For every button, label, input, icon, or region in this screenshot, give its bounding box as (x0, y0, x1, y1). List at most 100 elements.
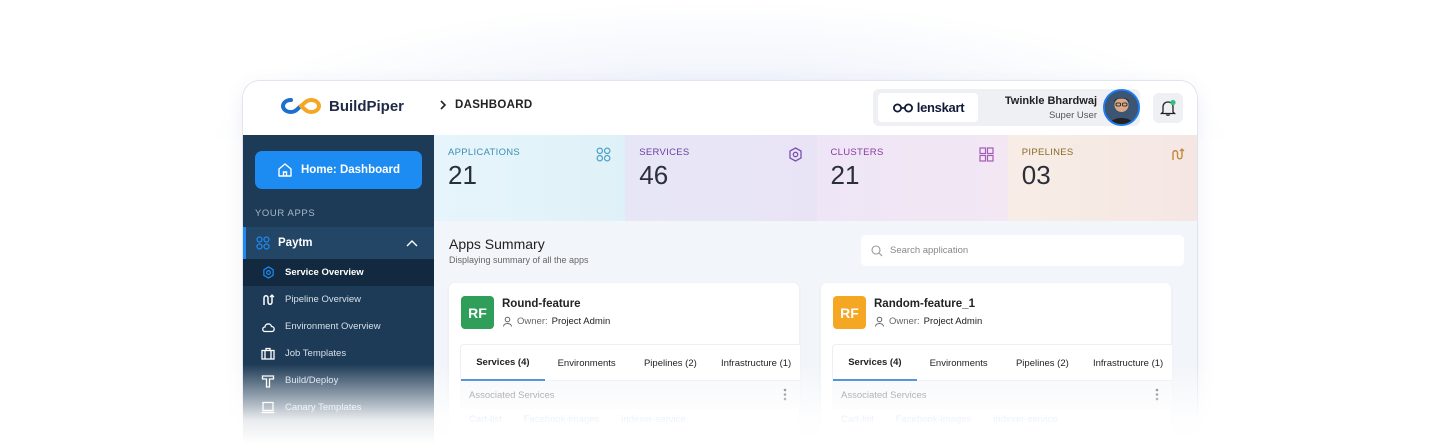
stat-value: 21 (448, 160, 477, 190)
stat-value: 21 (830, 160, 860, 190)
sidebar-item-label: Build/Deploy (285, 375, 339, 386)
app-initials-badge: RF (833, 296, 866, 329)
user-icon (503, 316, 512, 327)
sidebar-item-canary-templates[interactable]: Canary Templates (243, 394, 434, 421)
notifications-button[interactable] (1153, 93, 1183, 123)
app-logo[interactable]: BuildPiper (281, 96, 404, 116)
service-chip[interactable]: Facebook-images (896, 414, 972, 425)
owner-label: Owner: (517, 316, 548, 327)
stat-applications[interactable]: APPLICATIONS 21 (434, 135, 626, 221)
search-icon (871, 244, 883, 256)
apps-grid-icon (256, 236, 270, 250)
service-list: Cart-list Facebook-images indexer-servic… (841, 414, 1058, 425)
app-owner: Owner: Project Admin (874, 316, 982, 327)
pipeline-icon (260, 292, 276, 308)
laptop-icon (260, 400, 276, 416)
tab-environments[interactable]: Environments (545, 345, 629, 381)
user-role: Super User (1048, 110, 1097, 121)
chevron-right-icon (440, 100, 447, 110)
bell-icon (1159, 99, 1177, 116)
sidebar-item-label: Environment Overview (285, 321, 381, 332)
hammer-icon (260, 373, 276, 389)
owner-label: Owner: (889, 316, 920, 327)
stat-label: CLUSTERS (830, 147, 884, 158)
associated-services-header: Associated Services (460, 381, 800, 409)
tab-services[interactable]: Services (4) (461, 345, 545, 381)
tab-infrastructure[interactable]: Infrastructure (1) (712, 345, 800, 381)
section-subtitle: Displaying summary of all the apps (449, 255, 589, 265)
associated-services-label: Associated Services (469, 389, 555, 401)
org-switcher[interactable]: lenskart (878, 93, 978, 122)
infinity-logo-icon (281, 97, 321, 115)
owner-value: Project Admin (551, 316, 611, 327)
stat-label: APPLICATIONS (448, 147, 521, 158)
briefcase-icon (260, 346, 276, 362)
glasses-icon (892, 103, 913, 112)
breadcrumb-current: DASHBOARD (455, 99, 533, 111)
sidebar-app-name: Paytm (278, 237, 313, 249)
stat-clusters[interactable]: CLUSTERS 21 (816, 135, 1008, 221)
associated-services-label: Associated Services (841, 389, 927, 401)
more-vertical-icon[interactable] (1155, 388, 1159, 401)
tab-services[interactable]: Services (4) (833, 345, 917, 381)
sidebar-item-service-overview[interactable]: Service Overview (243, 259, 434, 286)
tab-infrastructure[interactable]: Infrastructure (1) (1084, 345, 1172, 381)
user-panel[interactable]: lenskart Twinkle Bhardwaj Super User (873, 89, 1140, 126)
search-input[interactable]: Search application (861, 235, 1184, 266)
tab-environments[interactable]: Environments (917, 345, 1001, 381)
sidebar-item-pipeline-overview[interactable]: Pipeline Overview (243, 286, 434, 313)
app-name: BuildPiper (329, 97, 405, 115)
home-button-label: Home: Dashboard (300, 164, 401, 176)
apps-grid-icon (596, 147, 611, 162)
sidebar-app-paytm[interactable]: Paytm (243, 227, 434, 259)
sidebar-item-label: Pipeline Overview (285, 294, 362, 305)
sidebar-item-label: Canary Templates (285, 402, 362, 413)
sidebar-item-build-deploy[interactable]: Build/Deploy (243, 367, 434, 394)
home-dashboard-button[interactable]: Home: Dashboard (255, 151, 422, 189)
service-chip[interactable]: indexer-service (621, 414, 685, 425)
apps-summary-panel: Apps Summary Displaying summary of all t… (434, 221, 1197, 444)
top-header: BuildPiper DASHBOARD lenskart Twinkle Bh… (243, 81, 1197, 135)
sidebar: Home: Dashboard YOUR APPS Paytm Service … (243, 135, 434, 444)
stat-services[interactable]: SERVICES 46 (625, 135, 817, 221)
tab-pipelines[interactable]: Pipelines (2) (1001, 345, 1085, 381)
sidebar-item-label: Service Overview (285, 267, 364, 278)
service-list: Cart-list Facebook-images indexer-servic… (469, 414, 686, 425)
app-card-tabs: Services (4) Environments Pipelines (2) … (832, 344, 1172, 381)
stat-value: 03 (1021, 160, 1051, 190)
search-placeholder: Search application (890, 245, 969, 256)
breadcrumb: DASHBOARD (439, 99, 532, 111)
tab-pipelines[interactable]: Pipelines (2) (629, 345, 713, 381)
sidebar-item-job-templates[interactable]: Job Templates (243, 340, 434, 367)
stat-label: SERVICES (639, 147, 690, 158)
app-card[interactable]: RF Random-feature_1 Owner: Project Admin… (821, 283, 1172, 444)
user-photo-icon (1105, 91, 1138, 124)
app-card[interactable]: RF Round-feature Owner: Project Admin Se… (449, 283, 800, 444)
more-vertical-icon[interactable] (783, 388, 787, 401)
stat-label: PIPELINES (1021, 147, 1074, 158)
app-card-title[interactable]: Random-feature_1 (874, 298, 975, 310)
app-card-tabs: Services (4) Environments Pipelines (2) … (460, 344, 800, 381)
stat-value: 46 (639, 160, 669, 190)
user-name: Twinkle Bhardwaj (1004, 95, 1097, 107)
app-card-title[interactable]: Round-feature (502, 298, 581, 310)
user-icon (875, 316, 884, 327)
app-initials-badge: RF (461, 296, 494, 329)
avatar[interactable] (1103, 89, 1140, 126)
your-apps-label: YOUR APPS (255, 208, 316, 219)
sidebar-item-environment-overview[interactable]: Environment Overview (243, 313, 434, 340)
service-chip[interactable]: indexer-service (993, 414, 1057, 425)
stat-pipelines[interactable]: PIPELINES 03 (1007, 135, 1197, 221)
service-chip[interactable]: Cart-list (469, 414, 502, 425)
gear-icon (788, 147, 802, 162)
associated-services-header: Associated Services (832, 381, 1172, 409)
section-title: Apps Summary (449, 236, 545, 252)
chevron-up-icon[interactable] (406, 239, 418, 247)
owner-value: Project Admin (923, 316, 983, 327)
service-chip[interactable]: Facebook-images (524, 414, 600, 425)
org-brand: lenskart (916, 100, 965, 115)
home-icon (278, 163, 292, 177)
pipeline-icon (1172, 148, 1185, 160)
app-owner: Owner: Project Admin (502, 316, 610, 327)
service-chip[interactable]: Cart-list (841, 414, 874, 425)
